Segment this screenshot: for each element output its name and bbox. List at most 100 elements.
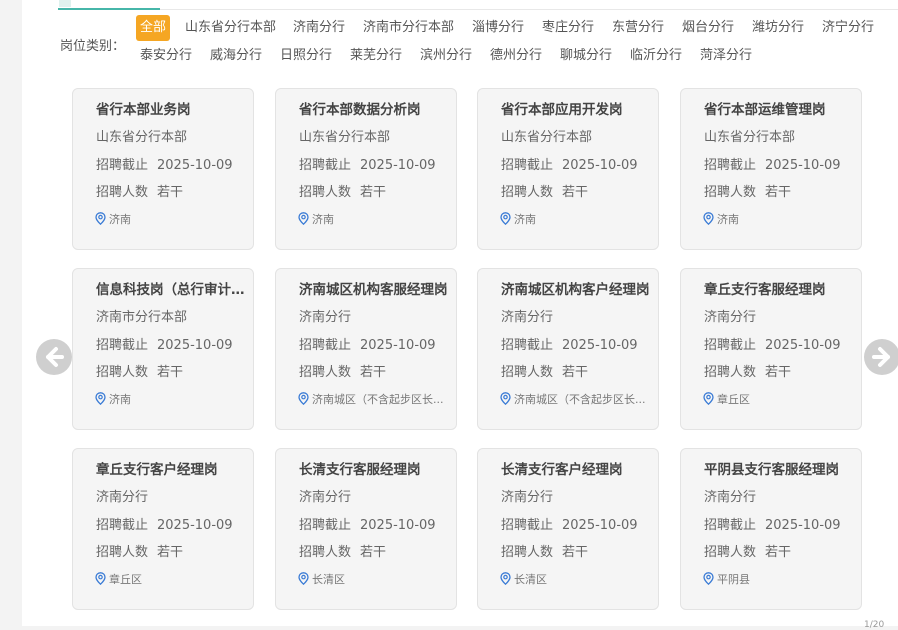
category-option[interactable]: 菏泽分行 (700, 43, 752, 69)
job-branch: 济南分行 (501, 310, 554, 325)
category-option[interactable]: 济宁分行 (822, 15, 874, 41)
headcount-label: 招聘人数 (299, 185, 352, 200)
deadline-label: 招聘截止 (299, 518, 352, 533)
headcount-value: 若干 (765, 545, 792, 560)
category-option[interactable]: 济南分行 (293, 15, 345, 41)
job-title: 长清支行客户经理岗 (501, 462, 623, 478)
location-text: 章丘区 (717, 393, 750, 406)
job-card[interactable]: 信息科技岗（总行审计储... 济南市分行本部 招聘截止 2025-10-09 招聘人数若… (72, 268, 254, 430)
category-option[interactable]: 枣庄分行 (542, 15, 594, 41)
category-option[interactable]: 聊城分行 (560, 43, 612, 69)
map-pin-icon (500, 572, 511, 588)
map-pin-icon (298, 572, 309, 588)
job-location: 济南 (298, 211, 450, 228)
job-title: 济南城区机构客服经理岗 (299, 282, 448, 298)
category-option[interactable]: 潍坊分行 (752, 15, 804, 41)
headcount-label: 招聘人数 (501, 365, 554, 380)
job-title: 济南城区机构客户经理岗 (501, 282, 650, 298)
location-text: 济南 (717, 213, 739, 226)
category-option[interactable]: 东营分行 (612, 15, 664, 41)
deadline-value: 2025-10-09 (157, 158, 233, 173)
deadline-value: 2025-10-09 (562, 518, 638, 533)
job-card[interactable]: 章丘支行客服经理岗 济南分行招聘截止 2025-10-09 招聘人数 若干章丘区 (680, 268, 862, 430)
deadline-row: 招聘截止 2025-10-09 (96, 154, 233, 173)
deadline-row: 招聘截止 2025-10-09 (501, 514, 638, 533)
deadline-label: 招聘截止 (704, 518, 757, 533)
map-pin-icon (500, 212, 511, 228)
deadline-row: 招聘截止 2025-10-09 (704, 334, 841, 353)
category-option[interactable]: 泰安分行 (140, 43, 192, 69)
map-pin-icon (703, 572, 714, 588)
headcount-row: 招聘人数 若干 (96, 181, 183, 200)
deadline-label: 招聘截止 (704, 158, 757, 173)
headcount-label: 招聘人数 (704, 185, 757, 200)
map-pin-icon (95, 212, 106, 228)
job-location: 济南 (95, 211, 247, 228)
job-location: 济南城区（不含起步区长... (298, 391, 450, 408)
job-title: 章丘支行客户经理岗 (96, 462, 218, 478)
location-text: 济南 (312, 213, 334, 226)
headcount-label: 招聘人数 (299, 545, 352, 560)
next-page-button[interactable] (864, 339, 898, 375)
location-text: 平阴县 (717, 573, 750, 586)
category-option[interactable]: 德州分行 (490, 43, 542, 69)
job-location: 济南 (703, 211, 855, 228)
category-option[interactable]: 山东省分行本部 (185, 15, 276, 41)
job-branch: 济南分行 (704, 310, 757, 325)
job-card[interactable]: 省行本部应用开发岗 山东省分行本部 招聘截止 2025-10-09 招聘人数 若干 济南 (477, 88, 659, 250)
job-card[interactable]: 省行本部数据分析岗 山东省分行本部 招聘截止 2025-10-09 招聘人数 若干 济南 (275, 88, 457, 250)
deadline-value: 2025-10-09 (360, 158, 436, 173)
job-card[interactable]: 省行本部运维管理岗 山东省分行本部 招聘截止 2025-10-09 招聘人数 若干 济南 (680, 88, 862, 250)
headcount-row: 招聘人数 若干 (299, 541, 386, 560)
job-card[interactable]: 济南城区机构客户经理岗 济南分行 招聘截止 2025-10-09 招聘人数 若干 济南城区（… (477, 268, 659, 430)
category-option[interactable]: 威海分行 (210, 43, 262, 69)
arrow-right-circle-icon (872, 347, 890, 367)
category-option[interactable]: 济南市分行本部 (363, 15, 454, 41)
headcount-label: 招聘人数 (299, 365, 352, 380)
category-option[interactable]: 临沂分行 (630, 43, 682, 69)
category-option[interactable]: 日照分行 (280, 43, 332, 69)
category-option[interactable]: 烟台分行 (682, 15, 734, 41)
category-option[interactable]: 淄博分行 (472, 15, 524, 41)
job-branch: 济南分行 (501, 490, 554, 505)
category-option[interactable]: 滨州分行 (420, 43, 472, 69)
deadline-value: 2025-10-09 (360, 338, 436, 353)
deadline-label: 招聘截止 (96, 338, 149, 353)
headcount-row: 招聘人数 若干 (704, 361, 791, 380)
map-pin-icon (95, 572, 106, 588)
headcount-row: 招聘人数 若干 (299, 181, 386, 200)
job-card[interactable]: 省行本部业务岗 山东省分行本部 招聘截止 2025-10-09 招聘人数 若干 济南 (72, 88, 254, 250)
deadline-value: 2025-10-09 (157, 518, 233, 533)
deadline-row: 招聘截止 2025-10-09 (704, 514, 841, 533)
category-option[interactable]: 莱芜分行 (350, 43, 402, 69)
prev-page-button[interactable] (36, 339, 72, 375)
deadline-row: 招聘截止 2025-10-09 (299, 154, 436, 173)
job-branch: 济南分行 (299, 490, 352, 505)
job-title: 省行本部应用开发岗 (501, 102, 623, 118)
job-location: 章丘区 (95, 571, 247, 588)
job-location: 济南 (95, 391, 247, 408)
location-text: 济南 (514, 213, 536, 226)
job-card[interactable]: 长清支行客户经理岗 济南分行 招聘截止 2025-10-09 招聘人数 若干 长清区 (477, 448, 659, 610)
deadline-label: 招聘截止 (96, 158, 149, 173)
headcount-value: 若干 (562, 365, 589, 380)
deadline-label: 招聘截止 (501, 158, 554, 173)
category-option[interactable]: 全部 (136, 15, 171, 41)
job-card[interactable]: 济南城区机构客服经理岗 济南分行 招聘截止 2025-10-09 招聘人数 若干 济南城区（… (275, 268, 457, 430)
job-location: 长清区 (298, 571, 450, 588)
job-card[interactable]: 长清支行客服经理岗 济南分行 招聘截止 2025-10-09 招聘人数 若干 长清区 (275, 448, 457, 610)
deadline-row: 招聘截止 2025-10-09 (96, 514, 233, 533)
headcount-row: 招聘人数 若干 (96, 541, 183, 560)
location-text: 济南城区（不含起步区长... (312, 393, 444, 406)
headcount-label: 招聘人数 (96, 185, 149, 200)
deadline-row: 招聘截止 2025-10-09 (501, 334, 638, 353)
deadline-label: 招聘截止 (501, 338, 554, 353)
headcount-value: 若干 (157, 185, 184, 200)
job-card[interactable]: 平阴县支行客服经理岗 济南分行 招聘截止 2025-10-09 招聘人数 若干 平阴县 (680, 448, 862, 610)
job-card[interactable]: 章丘支行客户经理岗 济南分行 招聘截止 2025-10-09 招聘人数 若干 章丘区 (72, 448, 254, 610)
headcount-value: 若干 (360, 365, 387, 380)
map-pin-icon (298, 392, 309, 408)
job-title: 章丘支行客服经理岗 (704, 282, 826, 298)
headcount-value: 若干 (157, 365, 184, 380)
headcount-value: 若干 (562, 185, 589, 200)
